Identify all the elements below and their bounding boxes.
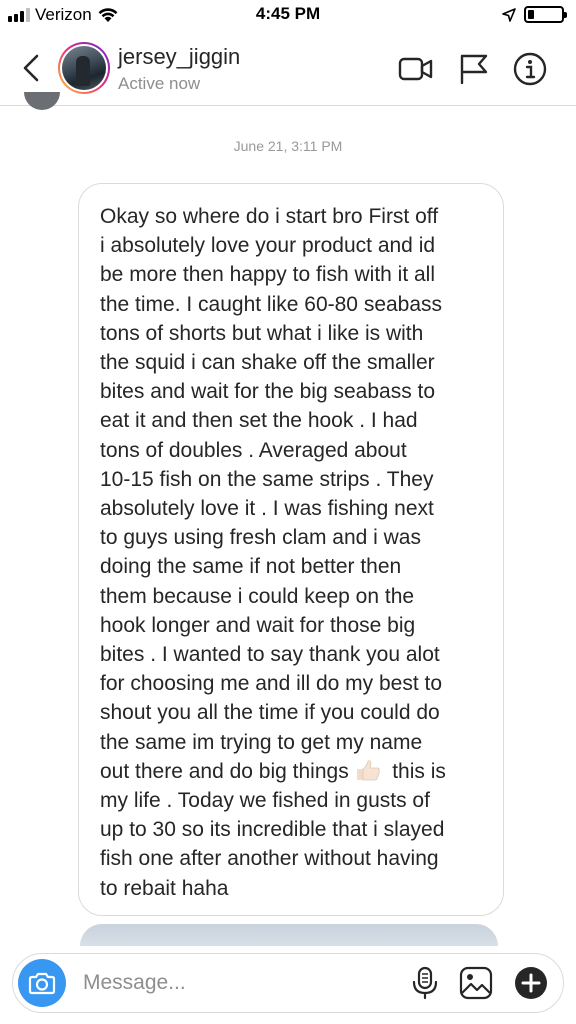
gallery-icon[interactable] [459,966,493,1000]
message-composer [12,953,564,1013]
flag-icon[interactable] [456,52,492,86]
status-bar: Verizon 4:45 PM [0,0,576,30]
active-status: Active now [118,74,201,93]
message-line: hook longer and wait for those big [100,613,416,637]
message-line: up to 30 so its incredible that i slayed [100,818,445,842]
message-line: 10-15 fish on the same strips . They [100,467,434,491]
avatar[interactable] [58,42,110,94]
message-line: the time. I caught like 60-80 seabass [100,292,443,316]
message-timestamp: June 21, 3:11 PM [233,138,343,154]
back-chevron-icon[interactable] [18,52,46,84]
message-line: the same im trying to get my name [100,730,423,754]
message-line: be more then happy to fish with it all [100,263,436,287]
microphone-icon[interactable] [408,966,442,1000]
status-right [502,6,567,23]
message-line: them because i could keep on the [100,584,415,608]
message-line: doing the same if not better then [100,555,402,579]
message-line: fish one after another without having [100,847,439,871]
message-line: i absolutely love your product and id [100,234,436,258]
message-line: out there and do big things this is [100,759,446,783]
video-call-icon[interactable] [398,52,434,86]
message-line: Okay so where do i start bro First off [100,205,439,228]
previous-sender-avatar [24,92,60,110]
message-input[interactable] [83,968,383,998]
message-text: Okay so where do i start bro First off i … [100,202,483,903]
message-line: tons of doubles . Averaged about [100,438,407,462]
plus-icon[interactable] [514,966,548,1000]
message-line: bites and wait for the big seabass to [100,380,436,404]
message-line: for choosing me and ill do my best to [100,672,443,696]
message-bubble[interactable]: Okay so where do i start bro First off i … [78,183,504,916]
message-line: tons of shorts but what i like is with [100,321,424,345]
camera-button[interactable] [18,959,66,1007]
battery-icon [524,6,567,23]
location-arrow-icon [502,7,516,22]
thumbs-up-emoji-icon [356,760,380,781]
avatar-image [62,46,106,90]
info-icon[interactable] [512,52,548,86]
message-line: absolutely love it . I was fishing next [100,497,434,521]
message-line: my life . Today we fished in gusts of [100,789,430,813]
message-line: bites . I wanted to say thank you alot [100,643,440,667]
chat-username[interactable]: jersey_jiggin [118,44,240,70]
message-line: the squid i can shake off the smaller [100,351,435,375]
message-line: to rebait haha [100,876,229,900]
message-line: eat it and then set the hook . I had [100,409,418,433]
message-line: shout you all the time if you could do [100,701,440,725]
camera-icon [28,972,56,995]
chat-header: jersey_jiggin Active now [0,30,576,106]
status-time: 4:45 PM [255,4,321,23]
message-line: to guys using fresh clam and i was [100,526,421,550]
battery-level [528,10,534,19]
